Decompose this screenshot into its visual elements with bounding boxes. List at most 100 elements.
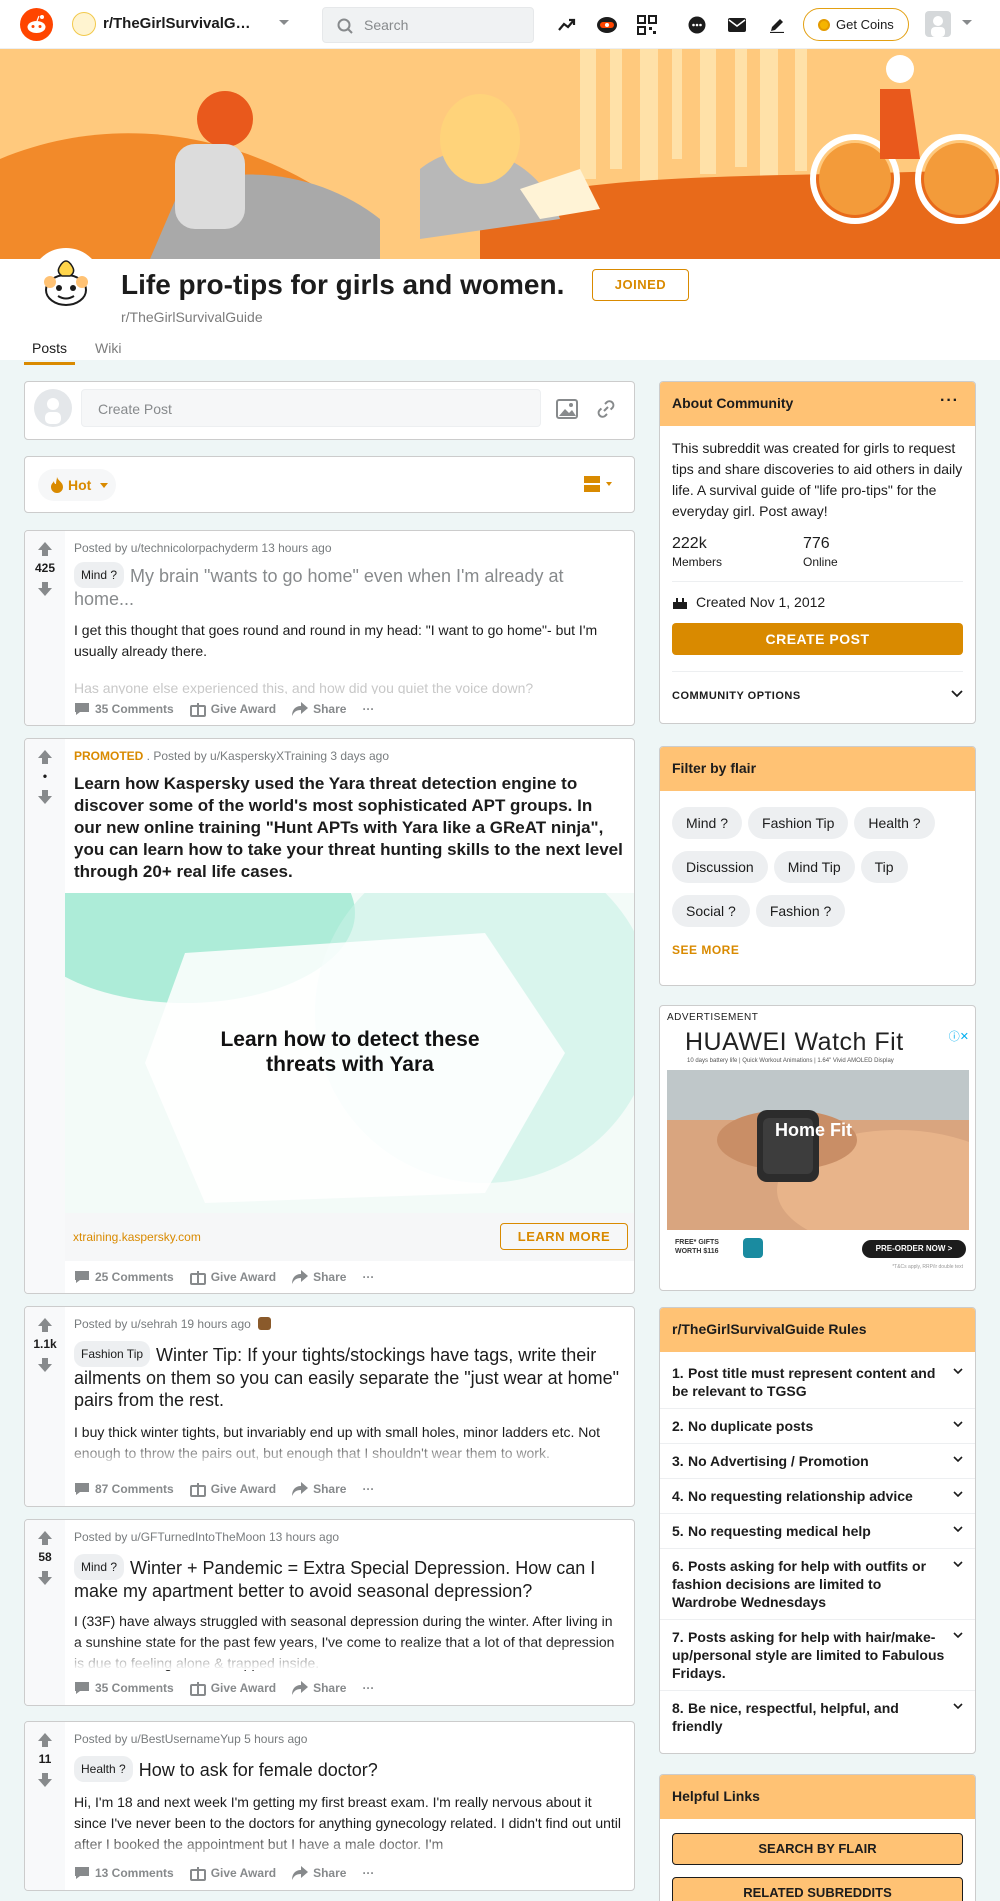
upvote-icon[interactable] [37,1530,53,1546]
link-icon[interactable] [596,399,616,419]
ad-preorder-button[interactable]: PRE-ORDER NOW > [862,1240,966,1258]
online-label: Online [803,555,838,569]
search-by-flair-button[interactable]: SEARCH BY FLAIR [672,1833,963,1865]
downvote-icon[interactable] [37,1772,53,1788]
vote-count: 11 [38,1752,52,1766]
ad-image[interactable]: Learn how to detect these threats with Y… [65,893,634,1213]
post-title[interactable]: Mind ? My brain "wants to go home" even w… [74,562,624,610]
comments-button[interactable]: 87 Comments [74,1482,174,1496]
chevron-down-icon[interactable] [278,19,290,27]
mail-icon[interactable] [724,12,750,38]
joined-button[interactable]: JOINED [592,269,689,301]
rule-item[interactable]: 1. Post title must represent content and … [660,1356,975,1409]
more-options-icon[interactable]: ··· [940,392,959,410]
vote-column: 58 [25,1520,65,1705]
more-options-button[interactable]: ··· [362,1681,374,1695]
share-button[interactable]: Share [292,1681,346,1695]
more-options-button[interactable]: ··· [362,702,374,716]
post-actions: 35 Comments Give Award Share ··· [74,701,374,717]
flair-pill[interactable]: Tip [860,851,908,883]
ad-banner[interactable]: HUAWEI Watch Fit ⓘ✕ 10 days battery life… [667,1026,969,1284]
chat-icon[interactable] [684,12,710,38]
rule-item[interactable]: 3. No Advertising / Promotion [660,1444,975,1479]
current-subreddit[interactable]: r/TheGirlSurvivalGuide [103,15,253,32]
share-button[interactable]: Share [292,1482,346,1496]
post-title[interactable]: Health ? How to ask for female doctor? [74,1756,624,1782]
promoted-post-card[interactable]: • PROMOTED . Posted by u/KasperskyXTrain… [24,738,635,1294]
advertisement-widget: ADVERTISEMENT HUAWEI Watch Fit ⓘ✕ 10 day… [659,1005,976,1291]
give-award-button[interactable]: Give Award [189,1481,276,1497]
flair-pill[interactable]: Fashion Tip [748,807,849,839]
rule-item[interactable]: 5. No requesting medical help [660,1514,975,1549]
downvote-icon[interactable] [37,581,53,597]
give-award-button[interactable]: Give Award [189,1865,276,1881]
see-more-link[interactable]: SEE MORE [672,943,963,957]
give-award-button[interactable]: Give Award [189,701,276,717]
flair-pill[interactable]: Fashion ? [755,895,846,927]
upvote-icon[interactable] [37,1732,53,1748]
comments-button[interactable]: 25 Comments [74,1270,174,1284]
user-avatar[interactable] [925,11,951,37]
related-subreddits-button[interactable]: RELATED SUBREDDITS [672,1877,963,1901]
image-icon[interactable] [556,399,578,419]
ad-fine-print: *T&Cs apply, RRP/ir double text [892,1264,963,1270]
learn-more-button[interactable]: LEARN MORE [500,1223,628,1250]
rules-heading: r/TheGirlSurvivalGuide Rules [660,1308,975,1352]
pencil-icon[interactable] [764,12,790,38]
post-title[interactable]: Learn how Kaspersky used the Yara threat… [74,773,624,883]
post-title[interactable]: Mind ? Winter + Pandemic = Extra Special … [74,1554,624,1602]
share-button[interactable]: Share [292,1270,346,1284]
tab-posts[interactable]: Posts [24,340,76,365]
more-options-button[interactable]: ··· [362,1866,374,1880]
comments-button[interactable]: 13 Comments [74,1866,174,1880]
share-button[interactable]: Share [292,702,346,716]
post-flair[interactable]: Health ? [74,1756,133,1782]
post-flair[interactable]: Fashion Tip [74,1341,151,1367]
rule-item[interactable]: 2. No duplicate posts [660,1409,975,1444]
reddit-logo-icon[interactable] [20,8,53,41]
flair-pill[interactable]: Mind ? [672,807,743,839]
ad-link[interactable]: xtraining.kaspersky.com [73,1230,201,1244]
sort-hot-button[interactable]: Hot [38,469,116,501]
qr-code-icon[interactable] [634,12,660,38]
get-coins-button[interactable]: Get Coins [803,8,909,41]
search-input[interactable]: Search [322,7,534,43]
upvote-icon[interactable] [37,749,53,765]
downvote-icon[interactable] [37,1570,53,1586]
upvote-icon[interactable] [37,1317,53,1333]
comments-button[interactable]: 35 Comments [74,1681,174,1695]
create-post-input[interactable]: Create Post [81,389,541,427]
rule-item[interactable]: 4. No requesting relationship advice [660,1479,975,1514]
comments-button[interactable]: 35 Comments [74,702,174,716]
upvote-icon[interactable] [37,541,53,557]
rule-item[interactable]: 8. Be nice, respectful, helpful, and frie… [660,1691,975,1743]
create-post-button[interactable]: CREATE POST [672,623,963,655]
downvote-icon[interactable] [37,1357,53,1373]
share-button[interactable]: Share [292,1866,346,1880]
flair-pill[interactable]: Health ? [854,807,935,839]
downvote-icon[interactable] [37,789,53,805]
ad-choices-icon[interactable]: ⓘ✕ [949,1028,969,1044]
post-title[interactable]: Fashion Tip Winter Tip: If your tights/st… [74,1341,624,1411]
more-options-button[interactable]: ··· [362,1482,374,1496]
rpan-icon[interactable] [594,12,620,38]
more-options-button[interactable]: ··· [362,1270,374,1284]
tab-wiki[interactable]: Wiki [95,340,121,362]
give-award-button[interactable]: Give Award [189,1269,276,1285]
post-card[interactable]: 11 Posted by u/BestUsernameYup 5 hours a… [24,1721,635,1891]
flair-pill[interactable]: Social ? [672,895,750,927]
community-options-toggle[interactable]: COMMUNITY OPTIONS [672,671,963,702]
rule-item[interactable]: 6. Posts asking for help with outfits or … [660,1549,975,1620]
trending-icon[interactable] [554,12,580,38]
give-award-button[interactable]: Give Award [189,1680,276,1696]
post-flair[interactable]: Mind ? [74,1554,125,1580]
flair-pill[interactable]: Discussion [672,851,768,883]
post-card[interactable]: 425 Posted by u/technicolorpachyderm 13 … [24,530,635,726]
post-card[interactable]: 1.1k Posted by u/sehrah 19 hours ago Fas… [24,1306,635,1507]
post-card[interactable]: 58 Posted by u/GFTurnedIntoTheMoon 13 ho… [24,1519,635,1706]
chevron-down-icon[interactable] [961,19,973,27]
flair-pill[interactable]: Mind Tip [773,851,855,883]
rule-item[interactable]: 7. Posts asking for help with hair/make-u… [660,1620,975,1691]
post-flair[interactable]: Mind ? [74,562,125,588]
view-toggle-icon[interactable] [584,476,614,492]
